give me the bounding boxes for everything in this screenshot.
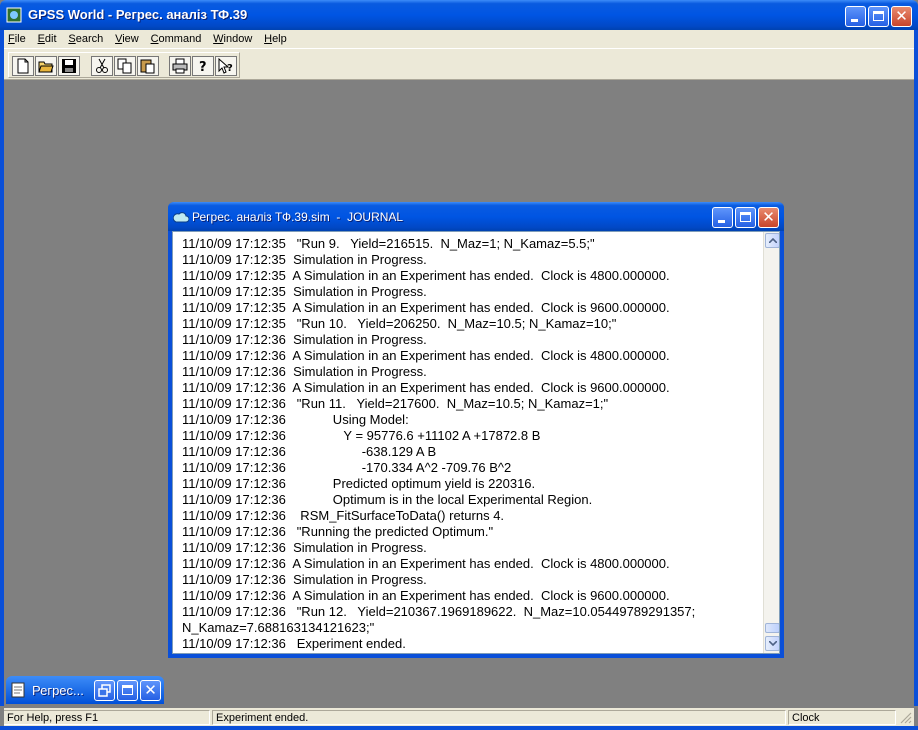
cloud-icon [173,212,189,223]
toolbar-group: ? ? [8,52,240,78]
open-button[interactable] [35,56,57,76]
svg-text:?: ? [199,60,207,74]
journal-window: Регрес. аналіз ТФ.39.sim - JOURNAL ✕ 11/… [168,202,784,658]
scroll-down-button[interactable] [765,636,779,651]
open-folder-icon [38,61,54,73]
minimized-close-button[interactable]: ✕ [140,680,161,701]
journal-text-area[interactable]: 11/10/09 17:12:35 "Run 9. Yield=216515. … [172,231,780,654]
minimize-icon [718,220,725,223]
journal-line: 11/10/09 17:12:36 A Simulation in an Exp… [182,348,670,363]
journal-line: 11/10/09 17:12:36 Predicted optimum yiel… [182,476,536,491]
context-help-icon: ? [218,58,233,74]
window-frame-bottom [0,726,918,730]
journal-line: 11/10/09 17:12:36 "Running the predicted… [182,524,494,539]
status-help: For Help, press F1 [4,710,210,725]
maximize-icon [122,685,133,695]
journal-line: 11/10/09 17:12:35 "Run 9. Yield=216515. … [182,236,595,251]
journal-line: 11/10/09 17:12:36 Optimum is in the loca… [182,492,593,507]
chevron-up-icon [769,238,777,243]
window-frame-right [914,30,918,706]
app-title: GPSS World - Регрес. аналіз ТФ.39 [28,7,248,22]
journal-line: 11/10/09 17:12:36 Simulation in Progress… [182,364,427,379]
close-icon: ✕ [144,681,157,699]
help-button[interactable]: ? [192,56,214,76]
close-icon: ✕ [762,208,775,226]
scroll-up-button[interactable] [765,233,779,248]
context-help-button[interactable]: ? [215,56,237,76]
journal-line: 11/10/09 17:12:36 RSM_FitSurfaceToData()… [182,508,505,523]
minimized-window-title: Регрес... [32,683,84,698]
journal-titlebar[interactable]: Регрес. аналіз ТФ.39.sim - JOURNAL ✕ [168,202,784,231]
minimize-icon [851,19,858,22]
toolbar: ? ? [4,48,914,80]
journal-line: 11/10/09 17:12:35 A Simulation in an Exp… [182,268,670,283]
save-button[interactable] [58,56,80,76]
journal-line: N_Kamaz=7.688163134121623;" [182,620,375,635]
minimize-button[interactable] [845,6,866,27]
journal-line: 11/10/09 17:12:36 "Run 11. Yield=217600.… [182,396,609,411]
menubar: File Edit Search View Command Window Hel… [4,30,914,48]
cut-button[interactable] [91,56,113,76]
journal-line: 11/10/09 17:12:36 Simulation in Progress… [182,540,427,555]
journal-line: 11/10/09 17:12:36 Using Model: [182,412,409,427]
print-button[interactable] [169,56,191,76]
maximize-icon [873,11,884,21]
close-icon: ✕ [895,7,908,25]
journal-lines: 11/10/09 17:12:35 "Run 9. Yield=216515. … [182,236,762,652]
journal-line: 11/10/09 17:12:36 Simulation in Progress… [182,572,427,587]
cut-icon [96,58,108,73]
resize-grip-icon[interactable] [900,712,912,724]
menu-view[interactable]: View [111,30,143,48]
paste-icon [140,59,155,74]
menu-edit[interactable]: Edit [34,30,61,48]
status-message: Experiment ended. [212,710,786,725]
journal-line: 11/10/09 17:12:36 -170.334 A^2 -709.76 B… [182,460,512,475]
restore-icon [98,684,111,697]
save-icon [62,59,76,73]
maximize-icon [740,212,751,222]
new-file-icon [17,58,29,74]
print-icon [172,58,188,74]
journal-minimize-button[interactable] [712,207,733,228]
journal-line: 11/10/09 17:12:36 A Simulation in an Exp… [182,556,670,571]
menu-search[interactable]: Search [64,30,107,48]
journal-line: 11/10/09 17:12:36 Experiment ended. [182,636,406,651]
menu-command[interactable]: Command [147,30,206,48]
chevron-down-icon [769,641,777,646]
journal-line: 11/10/09 17:12:35 A Simulation in an Exp… [182,300,670,315]
minimized-maximize-button[interactable] [117,680,138,701]
status-clock: Clock [788,710,896,725]
help-icon: ? [199,60,207,74]
restore-button[interactable] [94,680,115,701]
journal-title: Регрес. аналіз ТФ.39.sim - JOURNAL [192,210,404,224]
scroll-thumb[interactable] [765,623,779,633]
paste-button[interactable] [137,56,159,76]
maximize-button[interactable] [868,6,889,27]
journal-line: 11/10/09 17:12:35 Simulation in Progress… [182,252,427,267]
document-icon [11,682,25,698]
journal-line: 11/10/09 17:12:35 Simulation in Progress… [182,284,427,299]
minimized-window[interactable]: Регрес... ✕ [6,676,164,704]
journal-line: 11/10/09 17:12:36 Y = 95776.6 +11102 A +… [182,428,541,443]
journal-line: 11/10/09 17:12:36 A Simulation in an Exp… [182,380,670,395]
journal-maximize-button[interactable] [735,207,756,228]
journal-line: 11/10/09 17:12:35 "Run 10. Yield=206250.… [182,316,617,331]
close-button[interactable]: ✕ [891,6,912,27]
copy-icon [117,58,132,74]
menu-help[interactable]: Help [260,30,291,48]
statusbar: For Help, press F1 Experiment ended. Clo… [4,708,914,726]
vertical-scrollbar[interactable] [763,232,779,653]
svg-text:?: ? [227,63,233,74]
journal-close-button[interactable]: ✕ [758,207,779,228]
menu-file[interactable]: File [4,30,30,48]
copy-button[interactable] [114,56,136,76]
journal-line: 11/10/09 17:12:36 A Simulation in an Exp… [182,588,670,603]
menu-window[interactable]: Window [209,30,256,48]
journal-line: 11/10/09 17:12:36 "Run 12. Yield=210367.… [182,604,696,619]
app-titlebar[interactable]: GPSS World - Регрес. аналіз ТФ.39 ✕ [0,0,918,30]
new-file-button[interactable] [12,56,34,76]
gpss-world-icon [6,7,22,23]
journal-line: 11/10/09 17:12:36 Simulation in Progress… [182,332,427,347]
journal-line: 11/10/09 17:12:36 -638.129 A B [182,444,437,459]
